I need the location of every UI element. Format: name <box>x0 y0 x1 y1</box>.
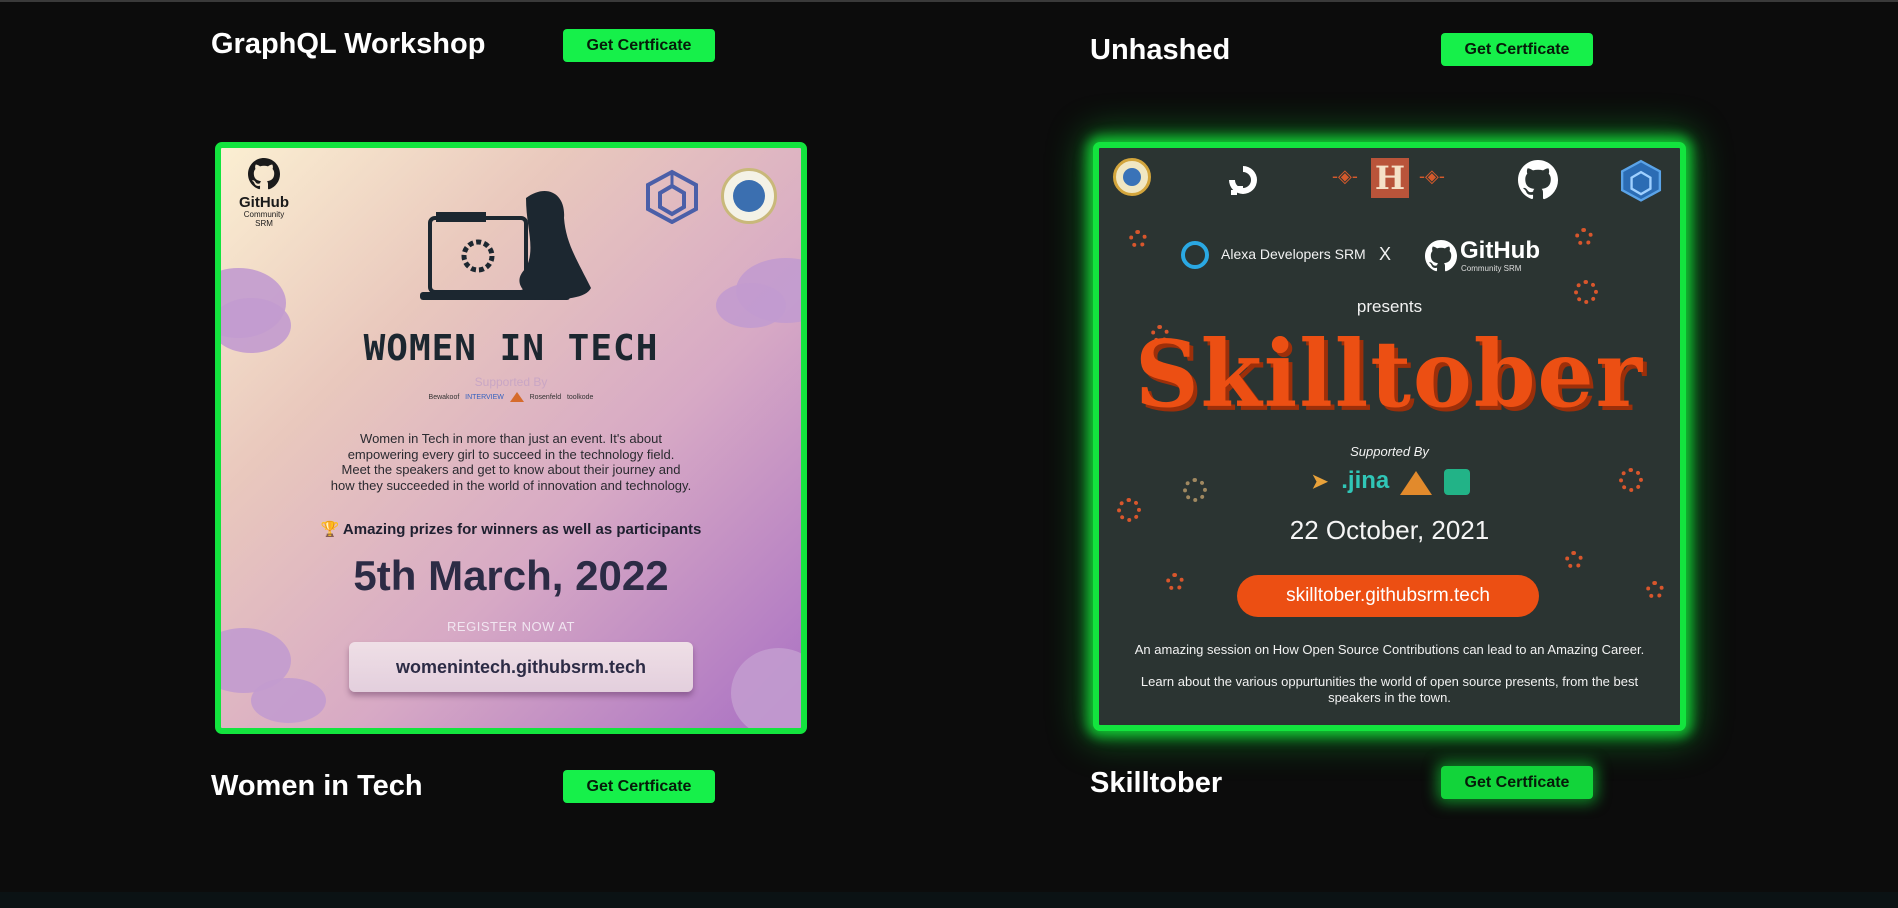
supported-by-label: Supported By <box>474 375 548 389</box>
event-title-unhashed: Unhashed <box>1090 34 1231 66</box>
github-community-logo: GitHub Community SRM <box>234 158 294 228</box>
woman-laptop-illustration <box>420 190 591 300</box>
description-line-1: Women in Tech in more than just an event… <box>360 431 662 446</box>
skilltober-url[interactable]: skilltober.githubsrm.tech <box>1237 575 1539 617</box>
skilltober-line-2: Learn about the various oppurtunities th… <box>1140 674 1639 689</box>
poster-description: Women in Tech in more than just an event… <box>221 431 801 493</box>
github-logo-sub2: SRM <box>255 219 273 228</box>
github-icon <box>1518 160 1558 200</box>
partner-right: GitHub <box>1460 237 1540 264</box>
description-line-3: Meet the speakers and get to know about … <box>341 462 681 477</box>
partner-right-sub: Community SRM <box>1461 264 1522 273</box>
sponsor-1: Bewakoof <box>428 393 460 401</box>
get-certificate-button-skilltober[interactable]: Get Certficate <box>1441 766 1593 799</box>
sponsor-2: INTERVIEW <box>465 393 504 401</box>
get-certificate-button-women-in-tech[interactable]: Get Certficate <box>563 770 715 803</box>
hacktoberfest-logo: H <box>1371 158 1409 198</box>
description-line-4: how they succeeded in the world of innov… <box>330 477 692 493</box>
hacktoberfest-left-icon: -◈- <box>1332 166 1358 186</box>
gear-icon <box>1129 230 1147 248</box>
sponsor-box-icon <box>1444 469 1471 495</box>
alexa-icon <box>1181 241 1209 269</box>
poster-heading: WOMEN IN TECH <box>363 328 659 369</box>
university-seal-logo <box>721 168 777 224</box>
page-bottom-strip <box>0 892 1898 908</box>
event-date: 22 October, 2021 <box>1289 515 1490 545</box>
register-label: REGISTER NOW AT <box>447 619 575 634</box>
get-certificate-button-graphql[interactable]: Get Certficate <box>563 29 715 62</box>
sponsor-strip: Bewakoof INTERVIEW Rosenfeld toolkode <box>221 392 801 402</box>
gear-icon <box>1575 228 1593 246</box>
partner-cross: X <box>1379 244 1392 264</box>
event-title-skilltober: Skilltober <box>1090 767 1223 799</box>
tent-icon <box>1399 471 1432 495</box>
github-logo-text: GitHub <box>239 194 289 211</box>
event-title-graphql: GraphQL Workshop <box>211 28 486 60</box>
cube-logo <box>644 168 700 229</box>
skilltober-line-1: An amazing session on How Open Source Co… <box>1134 642 1645 657</box>
women-in-tech-poster[interactable]: GitHub Community SRM WOMEN IN TECH Suppo… <box>215 142 807 734</box>
skilltober-line-3: speakers in the town. <box>1328 690 1451 705</box>
sponsor-3: Rosenfeld <box>529 393 562 401</box>
prizes-text: Amazing prizes for winners as well as pa… <box>342 521 702 538</box>
cube-icon <box>1620 159 1662 202</box>
gear-icon <box>1166 573 1184 591</box>
hacktoberfest-right-icon: -◈- <box>1419 166 1445 186</box>
github-icon <box>248 158 281 190</box>
description-line-2: empowering every girl to succeed in the … <box>347 446 675 462</box>
skilltober-poster[interactable]: -◈- H -◈- Alexa Developers SRM X GitHub … <box>1093 142 1686 731</box>
presents-label: presents <box>1356 297 1423 316</box>
gear-icon <box>1565 551 1583 569</box>
sponsor-tent-icon <box>509 392 524 402</box>
github-icon <box>1425 240 1457 272</box>
skilltober-title: Skilltober <box>1134 320 1645 428</box>
trophy-icon: 🏆 <box>320 521 340 538</box>
get-certificate-button-unhashed[interactable]: Get Certficate <box>1441 33 1593 66</box>
digitalocean-icon <box>1229 166 1257 195</box>
university-seal-logo <box>1113 158 1151 196</box>
event-title-women-in-tech: Women in Tech <box>211 770 423 802</box>
supported-by-label: Supported By <box>1350 444 1429 459</box>
event-date: 5th March, 2022 <box>353 552 669 599</box>
prizes-line: 🏆 Amazing prizes for winners as well as … <box>221 520 801 538</box>
gear-icon <box>1646 581 1664 599</box>
sponsor-arrow-icon: ➤ <box>1311 471 1329 493</box>
register-url[interactable]: womenintech.githubsrm.tech <box>349 642 693 692</box>
sponsor-4: toolkode <box>566 393 594 401</box>
partner-left: Alexa Developers SRM <box>1221 246 1366 262</box>
cube-icon <box>646 169 698 225</box>
jina-logo: .jina <box>1341 467 1390 494</box>
certificates-page: GraphQL Workshop Get Certficate Unhashed… <box>0 0 1898 908</box>
github-logo-sub1: Community <box>243 210 285 219</box>
sponsor-logos: ➤ .jina <box>1099 467 1680 495</box>
